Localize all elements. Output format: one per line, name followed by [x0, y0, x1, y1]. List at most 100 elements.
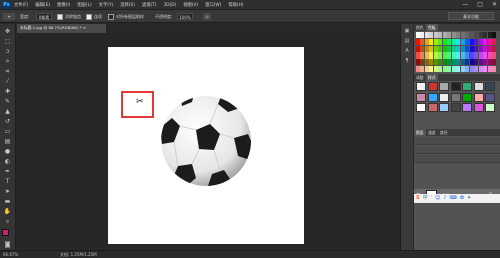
color-swatch[interactable] [492, 38, 496, 45]
color-swatch[interactable] [438, 38, 443, 45]
maximize-button[interactable]: □ [477, 1, 483, 9]
color-swatch[interactable] [456, 52, 461, 59]
color-swatch[interactable] [469, 65, 474, 72]
color-swatch[interactable] [420, 65, 425, 72]
style-preset[interactable] [450, 82, 461, 91]
history-panel-icon[interactable]: ▣ [403, 28, 411, 34]
color-swatch[interactable] [420, 59, 425, 66]
color-swatch[interactable] [483, 59, 488, 66]
color-swatch[interactable] [451, 52, 456, 59]
color-swatch[interactable] [433, 38, 438, 45]
color-swatch[interactable] [424, 32, 429, 39]
color-swatch[interactable] [478, 38, 483, 45]
color-swatch[interactable] [442, 59, 447, 66]
color-swatch[interactable] [456, 32, 461, 39]
close-button[interactable]: ✕ [492, 1, 497, 9]
brush-tool-icon[interactable]: ✎ [3, 98, 12, 105]
color-swatch[interactable] [478, 65, 483, 72]
color-swatch[interactable] [487, 65, 492, 72]
color-swatch[interactable] [465, 32, 470, 39]
menu-window[interactable]: 窗口(W) [205, 2, 221, 8]
style-preset[interactable] [439, 82, 449, 91]
color-swatch[interactable] [420, 45, 425, 52]
color-swatch[interactable] [416, 65, 420, 72]
color-swatch[interactable] [420, 38, 425, 45]
crop-tool-icon[interactable]: ⌗ [3, 68, 12, 75]
color-swatch[interactable] [474, 38, 479, 45]
style-preset[interactable] [462, 103, 472, 112]
style-preset[interactable] [450, 92, 461, 102]
color-swatch[interactable] [474, 65, 479, 72]
style-preset[interactable] [473, 103, 484, 112]
style-preset[interactable] [473, 82, 484, 91]
color-swatch[interactable] [442, 45, 447, 52]
color-swatch[interactable] [483, 38, 488, 45]
menu-filter[interactable]: 滤镜(T) [142, 2, 157, 8]
color-swatch[interactable] [424, 59, 429, 66]
tab-color[interactable]: 颜色 [414, 24, 426, 31]
color-swatch[interactable] [416, 52, 420, 59]
color-swatch[interactable] [492, 65, 496, 72]
color-swatch[interactable] [465, 45, 470, 52]
color-swatch[interactable] [433, 59, 438, 66]
color-swatch[interactable] [492, 59, 496, 66]
style-preset[interactable] [462, 82, 472, 91]
color-swatch[interactable] [451, 65, 456, 72]
color-swatch[interactable] [465, 52, 470, 59]
color-swatch[interactable] [451, 32, 456, 39]
color-swatch[interactable] [465, 38, 470, 45]
menu-view[interactable]: 视图(V) [183, 2, 198, 8]
tab-layers[interactable]: 图层 [414, 129, 426, 136]
tab-styles[interactable]: 样式 [426, 74, 438, 81]
type-tool-icon[interactable]: T [3, 178, 12, 185]
document-tab[interactable]: 未标题-1.jpg @ 66.7%(RGB/8#) * × [17, 24, 107, 33]
ime-punctuation-icon[interactable]: ʾ [431, 194, 433, 203]
color-swatch[interactable] [416, 38, 420, 45]
ime-voice-icon[interactable]: ♪ [443, 194, 446, 203]
color-swatch[interactable] [478, 59, 483, 66]
shape-tool-icon[interactable]: ▬ [3, 198, 12, 205]
color-swatch[interactable] [442, 38, 447, 45]
color-swatch[interactable] [456, 38, 461, 45]
color-swatch[interactable] [474, 32, 479, 39]
menu-edit[interactable]: 编辑(E) [35, 2, 50, 8]
character-panel-icon[interactable]: A [403, 48, 411, 54]
menu-3d[interactable]: 3D(D) [164, 3, 177, 8]
color-swatch[interactable] [429, 45, 434, 52]
color-swatch[interactable] [460, 65, 465, 72]
style-preset[interactable] [416, 103, 426, 112]
color-swatch[interactable] [438, 45, 443, 52]
anti-alias-checkbox[interactable]: 消除锯齿 [57, 13, 81, 20]
tab-channels[interactable]: 通道 [426, 129, 438, 136]
color-swatch[interactable] [456, 65, 461, 72]
magic-wand-tool-icon[interactable]: ✧ [3, 58, 12, 65]
dodge-tool-icon[interactable]: ◐ [3, 158, 12, 165]
style-preset[interactable] [427, 82, 438, 91]
color-swatch[interactable] [424, 52, 429, 59]
tolerance-input[interactable]: 0像素 [36, 13, 52, 20]
move-tool-icon[interactable]: ✥ [3, 28, 12, 35]
ime-tools-icon[interactable]: ✦ [467, 194, 471, 203]
color-swatch[interactable] [483, 32, 488, 39]
blend-mode-row[interactable] [414, 146, 500, 154]
marquee-tool-icon[interactable]: ⬚ [3, 38, 12, 45]
color-swatch[interactable] [433, 52, 438, 59]
ime-logo[interactable]: S [416, 194, 420, 203]
color-swatch[interactable] [483, 52, 488, 59]
color-swatch[interactable] [433, 32, 438, 39]
style-preset[interactable] [485, 82, 495, 91]
style-preset[interactable] [427, 92, 438, 102]
menu-layer[interactable]: 图层(L) [77, 2, 91, 8]
tab-adjustments[interactable]: 调整 [414, 74, 426, 81]
color-swatch[interactable] [438, 52, 443, 59]
sample-all-checkbox[interactable]: 对所有图层取样 [108, 13, 144, 20]
tool-preset-icon[interactable]: ✦ [3, 13, 15, 20]
path-selection-tool-icon[interactable]: ➤ [3, 188, 12, 195]
style-preset[interactable] [485, 92, 495, 102]
layer-filter-row[interactable] [414, 137, 500, 145]
color-swatch[interactable] [469, 52, 474, 59]
menu-file[interactable]: 文件(F) [14, 2, 28, 8]
color-swatch[interactable] [456, 59, 461, 66]
color-swatch[interactable] [447, 52, 452, 59]
color-swatch[interactable] [433, 45, 438, 52]
